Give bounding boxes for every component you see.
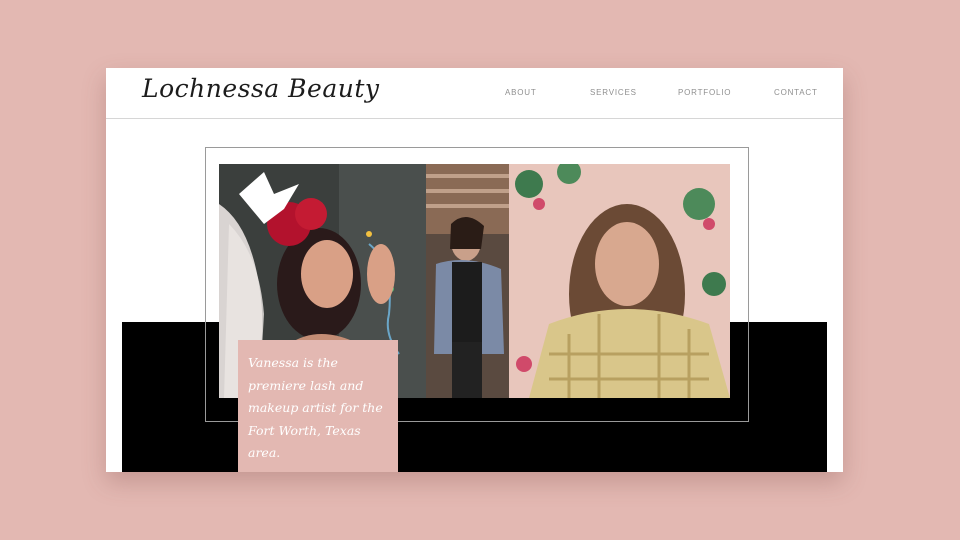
- nav-portfolio[interactable]: PORTFOLIO: [678, 88, 731, 97]
- photo-plaid-urban: [426, 164, 509, 398]
- site-header: Lochnessa Beauty ABOUT SERVICES PORTFOLI…: [106, 68, 843, 119]
- website-page: Lochnessa Beauty ABOUT SERVICES PORTFOLI…: [106, 68, 843, 472]
- nav-services[interactable]: SERVICES: [590, 88, 637, 97]
- nav-about[interactable]: ABOUT: [505, 88, 537, 97]
- photo-flowers-portrait: [509, 164, 730, 398]
- nav-contact[interactable]: CONTACT: [774, 88, 818, 97]
- site-logo[interactable]: Lochnessa Beauty: [142, 74, 380, 103]
- intro-caption-box: Vanessa is the premiere lash and makeup …: [238, 340, 398, 472]
- intro-caption: Vanessa is the premiere lash and makeup …: [248, 355, 383, 460]
